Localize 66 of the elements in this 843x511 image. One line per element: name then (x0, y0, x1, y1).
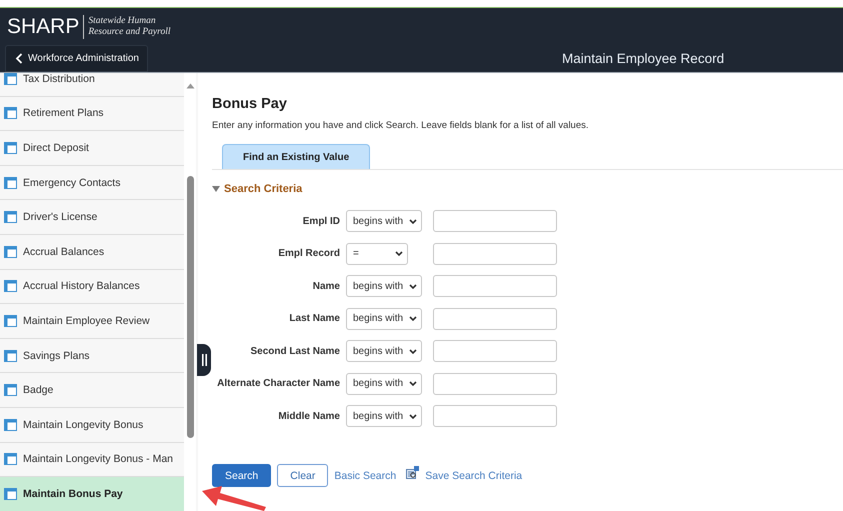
input-field[interactable] (433, 308, 557, 330)
field-label: Second Last Name (250, 346, 340, 356)
search-button[interactable]: Search (212, 464, 272, 487)
input-field[interactable] (433, 275, 557, 297)
operator-dropdown[interactable]: begins with (346, 210, 422, 232)
field-label: Empl Record (277, 248, 340, 259)
scroll-up-icon (186, 83, 194, 89)
page-icon (4, 384, 17, 396)
page-icon (4, 211, 17, 224)
page-icon (4, 246, 17, 258)
caret-icon (409, 316, 418, 321)
caret-icon (409, 348, 418, 354)
back-icon (15, 53, 23, 64)
logo: SHARP (7, 14, 84, 38)
page-icon (4, 488, 17, 500)
input-field[interactable] (433, 405, 557, 427)
operator-dropdown[interactable]: begins with (346, 372, 422, 394)
sidebar-item[interactable]: Tax Distribution (0, 73, 184, 97)
input-field[interactable] (433, 242, 557, 264)
page-icon (4, 142, 17, 154)
field-label: Name (312, 280, 340, 292)
operator-dropdown[interactable]: begins with (346, 405, 422, 427)
caret-icon (409, 381, 418, 386)
field-label: Alternate Character Name (216, 378, 340, 389)
page-heading: Bonus Pay (212, 96, 288, 112)
page-title: Maintain Employee Record (562, 51, 724, 66)
save-search-icon (406, 466, 420, 479)
caret-icon (409, 284, 418, 288)
operator-dropdown[interactable]: = (346, 242, 408, 264)
link[interactable]: Basic Search (334, 470, 396, 482)
clear-button[interactable]: Clear (277, 464, 328, 487)
scrollbar[interactable] (184, 73, 196, 511)
caret-icon (409, 414, 418, 418)
scroll-thumb[interactable] (186, 176, 194, 438)
sidebar-item[interactable]: Retirement Plans (0, 96, 184, 132)
field-label: Middle Name (277, 410, 340, 422)
input-field[interactable] (433, 372, 557, 394)
field-label: Empl ID (302, 216, 340, 226)
page-icon (4, 453, 17, 466)
page-icon (4, 418, 17, 431)
section-title[interactable]: Search Criteria (224, 183, 302, 195)
tab[interactable]: Find an Existing Value (222, 144, 370, 169)
input-field[interactable] (433, 340, 557, 362)
field-label: Last Name (288, 313, 340, 324)
input-field[interactable] (433, 210, 557, 232)
sidebar-item[interactable]: Maintain Longevity Bonus - Man (0, 442, 184, 478)
caret-icon (409, 218, 418, 224)
page-icon (4, 73, 17, 85)
page-icon (4, 314, 17, 327)
instructions: Enter any information you have and click Search. Leave fields blank for a list of all values. (212, 120, 590, 131)
operator-dropdown[interactable]: begins with (346, 340, 422, 362)
sidebar-item[interactable]: Accrual History Balances (0, 270, 184, 304)
back-button[interactable]: Workforce Administration (5, 45, 148, 72)
sidebar-item[interactable]: Maintain Bonus Pay (0, 477, 184, 511)
collapse-handle[interactable] (197, 344, 211, 376)
pause-bars-icon (202, 354, 206, 366)
page-icon (4, 107, 17, 120)
page-icon (4, 350, 17, 362)
operator-dropdown[interactable]: begins with (346, 275, 422, 297)
tagline: Resource and Payroll (88, 26, 170, 38)
page-icon (4, 280, 17, 292)
operator-dropdown[interactable]: begins with (346, 308, 422, 330)
page-icon (4, 176, 17, 189)
tagline: Statewide Human (88, 16, 157, 26)
link[interactable]: Save Search Criteria (425, 470, 522, 482)
caret-icon (395, 251, 403, 256)
